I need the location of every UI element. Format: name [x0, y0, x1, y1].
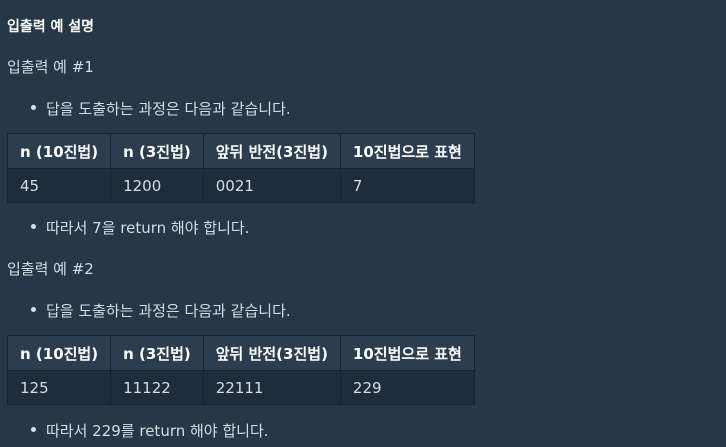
table-row: 45 1200 0021 7	[6, 168, 475, 203]
table-row: 125 11122 22111 229	[6, 370, 475, 405]
section-title: 입출력 예 설명	[7, 19, 95, 35]
table-cell: 45	[6, 168, 112, 203]
table-header-cell: 앞뒤 반전(3진법)	[202, 133, 341, 169]
bullet-dot-icon	[31, 307, 36, 312]
example-title: 입출력 예 #2	[7, 260, 94, 278]
table-header-cell: n (3진법)	[110, 133, 204, 169]
table-cell: 125	[6, 370, 112, 405]
table-cell: 11122	[110, 370, 204, 405]
table-header-cell: n (10진법)	[6, 133, 112, 169]
bullet-text: 답을 도출하는 과정은 다음과 같습니다.	[46, 100, 291, 118]
table-cell: 0021	[202, 168, 341, 203]
table-cell: 7	[339, 168, 475, 203]
example-table: n (10진법) n (3진법) 앞뒤 반전(3진법) 10진법으로 표현 45…	[6, 133, 475, 203]
bullet-text: 따라서 7을 return 해야 합니다.	[46, 219, 250, 237]
table-header-cell: n (10진법)	[6, 335, 112, 371]
table-cell: 1200	[110, 168, 204, 203]
table-cell: 229	[339, 370, 475, 405]
bullet-text: 답을 도출하는 과정은 다음과 같습니다.	[46, 302, 291, 320]
table-header-cell: 10진법으로 표현	[339, 133, 475, 169]
table-header-row: n (10진법) n (3진법) 앞뒤 반전(3진법) 10진법으로 표현	[6, 133, 475, 169]
example-table: n (10진법) n (3진법) 앞뒤 반전(3진법) 10진법으로 표현 12…	[6, 335, 475, 405]
example-title: 입출력 예 #1	[7, 58, 94, 76]
bullet-item: 따라서 229를 return 해야 합니다.	[31, 420, 269, 441]
bullet-text: 따라서 229를 return 해야 합니다.	[46, 422, 269, 440]
table-cell: 22111	[202, 370, 341, 405]
table-header-cell: n (3진법)	[110, 335, 204, 371]
bullet-dot-icon	[31, 105, 36, 110]
bullet-item: 답을 도출하는 과정은 다음과 같습니다.	[31, 98, 291, 119]
bullet-item: 따라서 7을 return 해야 합니다.	[31, 217, 249, 238]
table-header-row: n (10진법) n (3진법) 앞뒤 반전(3진법) 10진법으로 표현	[6, 335, 475, 371]
bullet-dot-icon	[31, 224, 36, 229]
table-header-cell: 앞뒤 반전(3진법)	[202, 335, 341, 371]
bullet-dot-icon	[31, 427, 36, 432]
bullet-item: 답을 도출하는 과정은 다음과 같습니다.	[31, 300, 291, 321]
table-header-cell: 10진법으로 표현	[339, 335, 475, 371]
